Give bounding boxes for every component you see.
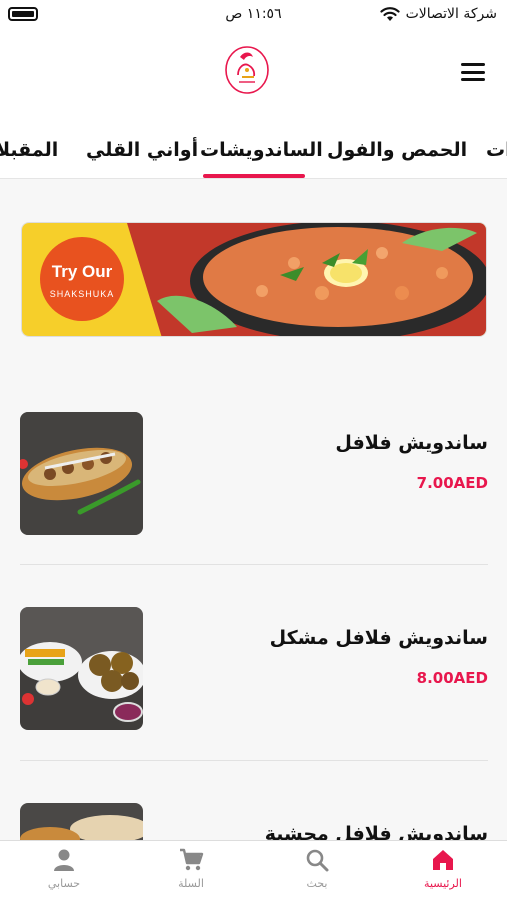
nav-account-label: حسابي — [47, 877, 81, 890]
home-icon — [433, 850, 453, 870]
nav-account[interactable]: حسابي — [24, 847, 104, 890]
carrier-name: شركة الاتصالات — [405, 6, 497, 22]
nav-cart-label: السلة — [178, 877, 204, 890]
tab-appetizers[interactable]: المقبلا — [0, 139, 58, 161]
wifi-icon — [379, 7, 400, 21]
mixed-falafel-image — [20, 607, 143, 730]
item-price: 7.00AED — [416, 474, 488, 492]
divider — [20, 564, 488, 565]
banner-subline: SHAKSHUKA — [50, 289, 115, 299]
user-icon — [54, 849, 74, 871]
nav-cart[interactable]: السلة — [151, 847, 231, 890]
nav-home-label: الرئيسية — [424, 877, 462, 890]
tab-frying-pans[interactable]: أواني القلي — [86, 139, 198, 161]
shakshuka-banner-image: Try Our SHAKSHUKA — [22, 223, 486, 336]
divider — [20, 760, 488, 761]
active-tab-indicator — [203, 174, 305, 178]
search-icon — [306, 849, 329, 872]
status-bar: ١١:٥٦ ص شركة الاتصالات — [0, 0, 507, 30]
falafel-sandwich-image — [20, 412, 143, 535]
app-header — [0, 30, 507, 115]
tab-hummus-foul[interactable]: الحمص والفول — [327, 139, 467, 161]
status-carrier: شركة الاتصالات — [379, 6, 497, 22]
cart-icon — [180, 848, 204, 871]
nav-search[interactable]: بحث — [277, 847, 357, 890]
item-name: ساندويش فلافل — [335, 432, 488, 454]
nav-home[interactable]: الرئيسية — [403, 847, 483, 890]
category-tabs: ات الحمص والفول الساندويشات أواني القلي … — [0, 115, 507, 179]
tab-partial-right[interactable]: ات — [486, 139, 507, 161]
list-item[interactable]: ساندويش فلافل مشكل 8.00AED — [20, 607, 488, 732]
item-name: ساندويش فلافل مشكل — [269, 627, 488, 649]
banner-headline: Try Our — [52, 262, 113, 281]
restaurant-logo-icon[interactable] — [224, 45, 270, 95]
hamburger-menu-icon[interactable] — [461, 63, 485, 81]
tab-sandwiches[interactable]: الساندويشات — [200, 139, 323, 161]
nav-search-label: بحث — [306, 877, 328, 890]
item-price: 8.00AED — [416, 669, 488, 687]
list-item[interactable]: ساندويش فلافل 7.00AED — [20, 412, 488, 537]
promo-banner[interactable]: Try Our SHAKSHUKA — [21, 222, 487, 337]
bottom-navigation: الرئيسية بحث السلة حسابي — [0, 840, 507, 900]
